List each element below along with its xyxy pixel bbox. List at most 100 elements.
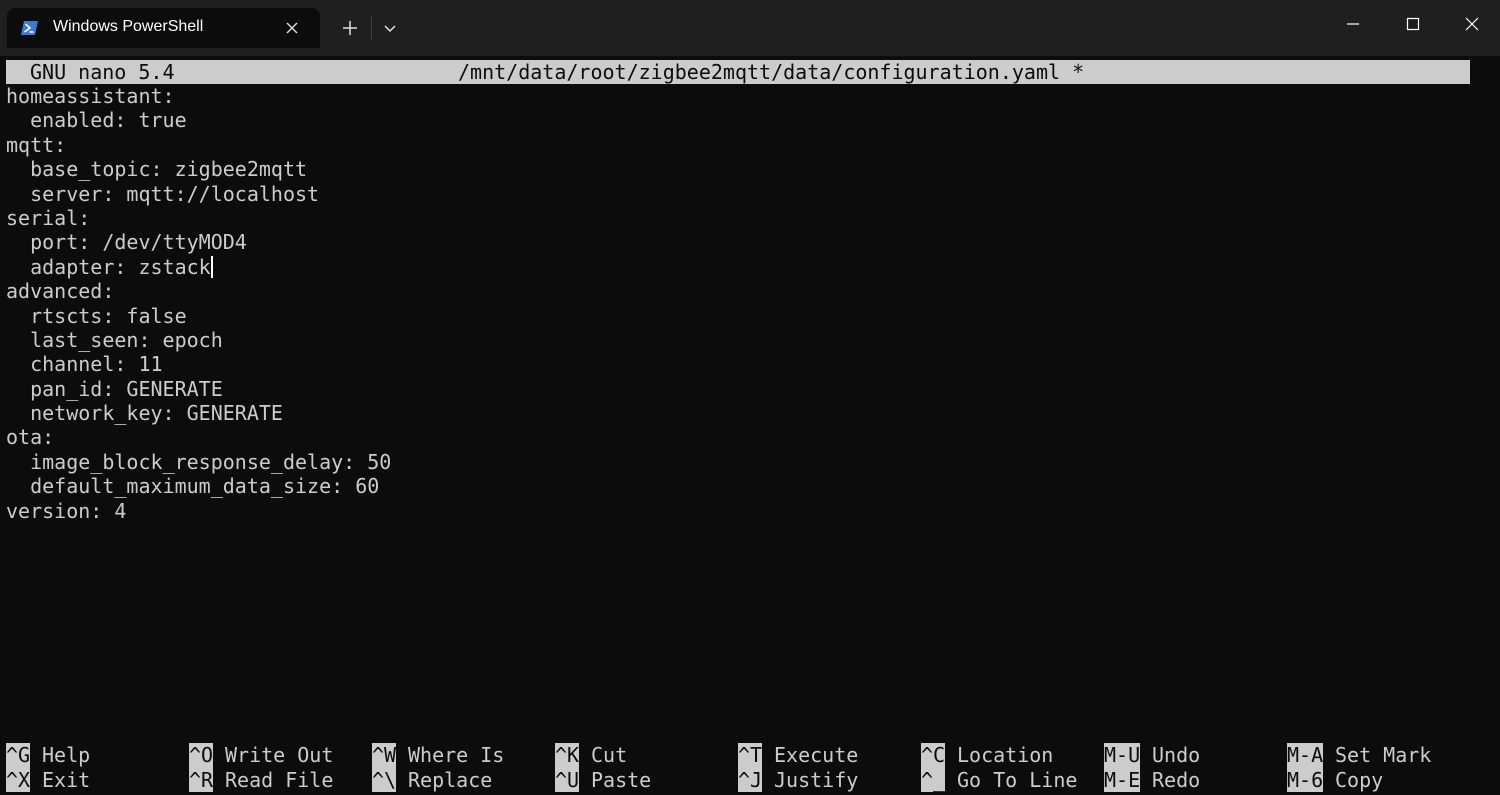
editor-line[interactable]: serial:	[6, 206, 391, 230]
shortcut-item: ^R Read File	[189, 767, 334, 792]
shortcut-key: M-U	[1104, 743, 1141, 768]
shortcut-key: M-A	[1287, 743, 1324, 768]
editor-line-text: port: /dev/ttyMOD4	[6, 230, 247, 255]
shortcut-item: ^U Paste	[555, 767, 652, 792]
close-tab-icon[interactable]	[283, 19, 301, 37]
shortcut-label: Go To Line	[957, 767, 1078, 792]
editor-line-text: adapter: zstack	[6, 254, 211, 279]
maximize-button[interactable]	[1384, 0, 1442, 48]
editor-line-text: default_maximum_data_size: 60	[6, 474, 380, 499]
shortcut-key: ^G	[6, 743, 31, 768]
editor-line-text: mqtt:	[6, 132, 67, 157]
shortcut-key: M-6	[1287, 767, 1324, 792]
editor-line-text: rtscts: false	[6, 303, 187, 328]
shortcut-key: ^X	[6, 767, 31, 792]
editor-line[interactable]: enabled: true	[6, 108, 391, 132]
shortcut-key: ^T	[738, 743, 763, 768]
editor-line[interactable]: image_block_response_delay: 50	[6, 450, 391, 474]
shortcut-item: M-A Set Mark	[1287, 743, 1431, 768]
file-path: /mnt/data/root/zigbee2mqtt/data/configur…	[458, 60, 1085, 84]
shortcut-label: Where Is	[408, 743, 505, 767]
editor-line[interactable]: ota:	[6, 425, 391, 449]
close-icon	[1465, 17, 1479, 31]
shortcut-item: ^J Justify	[738, 767, 859, 792]
text-cursor	[210, 255, 213, 278]
nano-title-bar: GNU nano 5.4 /mnt/data/root/zigbee2mqtt/…	[6, 60, 1470, 84]
shortcut-item: ^X Exit	[6, 767, 91, 792]
shortcut-label: Undo	[1152, 743, 1201, 767]
tab-windows-powershell[interactable]: Windows PowerShell	[7, 8, 320, 48]
shortcut-key: ^_	[921, 767, 946, 792]
shortcut-label: Exit	[42, 767, 91, 792]
shortcut-key: M-E	[1104, 767, 1141, 792]
shortcut-item: M-U Undo	[1104, 743, 1200, 768]
shortcut-label: Redo	[1152, 767, 1201, 792]
editor-line-text: channel: 11	[6, 352, 163, 377]
minimize-button[interactable]	[1324, 0, 1382, 48]
editor-line-text: server: mqtt://localhost	[6, 181, 320, 206]
shortcut-key: ^W	[372, 743, 397, 768]
shortcut-key: ^O	[189, 743, 214, 768]
maximize-icon	[1406, 17, 1420, 31]
editor-line[interactable]: version: 4	[6, 499, 391, 523]
shortcut-item: ^O Write Out	[189, 743, 333, 768]
editor-line[interactable]: server: mqtt://localhost	[6, 182, 391, 206]
editor-line-text: ota:	[6, 425, 55, 450]
shortcut-label: Justify	[774, 767, 859, 792]
editor-line-text: image_block_response_delay: 50	[6, 449, 392, 474]
shortcut-label: Copy	[1335, 767, 1384, 792]
shortcut-item: ^C Location	[921, 743, 1053, 768]
editor-line-text: homeassistant:	[6, 84, 175, 108]
shortcut-key: ^U	[555, 767, 580, 792]
shortcut-label: Cut	[591, 743, 628, 767]
shortcut-key: ^J	[738, 767, 763, 792]
terminal-area[interactable]: GNU nano 5.4 /mnt/data/root/zigbee2mqtt/…	[0, 56, 1500, 795]
minimize-icon	[1347, 23, 1359, 25]
tab-title: Windows PowerShell	[53, 18, 204, 35]
editor-line[interactable]: channel: 11	[6, 352, 391, 376]
shortcut-key: ^K	[555, 743, 580, 768]
title-bar: Windows PowerShell	[0, 0, 1500, 56]
new-tab-button[interactable]	[332, 12, 368, 44]
editor-line[interactable]: network_key: GENERATE	[6, 401, 391, 425]
shortcut-item: ^K Cut	[555, 743, 627, 768]
editor-buffer[interactable]: homeassistant: enabled: true mqtt: base_t…	[6, 84, 391, 523]
shortcut-item: ^W Where Is	[372, 743, 504, 768]
editor-line[interactable]: homeassistant:	[6, 84, 391, 108]
shortcut-key: ^C	[921, 743, 946, 768]
shortcut-bar: ^G Help ^X Exit ^O Write Out ^R Read File ^W Wher…	[6, 743, 1470, 793]
shortcut-key: ^\	[372, 767, 397, 792]
shortcut-item: ^\ Replace	[372, 767, 492, 792]
shortcut-label: Paste	[591, 767, 652, 792]
nano-version: GNU nano 5.4	[30, 60, 175, 84]
shortcut-label: Location	[957, 743, 1054, 767]
editor-line[interactable]: mqtt:	[6, 133, 391, 157]
shortcut-label: Help	[42, 743, 91, 767]
shortcut-label: Set Mark	[1335, 743, 1432, 767]
close-window-button[interactable]	[1443, 0, 1500, 48]
editor-line[interactable]: advanced:	[6, 279, 391, 303]
editor-line-text: enabled: true	[6, 108, 187, 133]
powershell-icon	[21, 21, 38, 35]
editor-line-text: network_key: GENERATE	[6, 401, 283, 426]
editor-line[interactable]: last_seen: epoch	[6, 328, 391, 352]
editor-line[interactable]: adapter: zstack	[6, 255, 391, 279]
editor-line-text: last_seen: epoch	[6, 327, 223, 352]
editor-line[interactable]: rtscts: false	[6, 304, 391, 328]
editor-line-text: version: 4	[6, 498, 127, 523]
chevron-down-icon	[384, 25, 396, 33]
shortcut-label: Read File	[225, 767, 334, 792]
editor-line[interactable]: pan_id: GENERATE	[6, 377, 391, 401]
shortcut-item: ^_ Go To Line	[921, 767, 1078, 792]
editor-line[interactable]: port: /dev/ttyMOD4	[6, 230, 391, 254]
shortcut-item: M-E Redo	[1104, 767, 1201, 792]
plus-icon	[343, 21, 357, 35]
shortcut-label: Execute	[774, 743, 859, 767]
editor-line[interactable]: base_topic: zigbee2mqtt	[6, 157, 391, 181]
shortcut-key: ^R	[189, 767, 214, 792]
shortcut-item: ^T Execute	[738, 743, 858, 768]
editor-line-text: base_topic: zigbee2mqtt	[6, 157, 308, 182]
shortcut-item: ^G Help	[6, 743, 90, 768]
tab-dropdown-button[interactable]	[372, 12, 408, 44]
editor-line[interactable]: default_maximum_data_size: 60	[6, 474, 391, 498]
